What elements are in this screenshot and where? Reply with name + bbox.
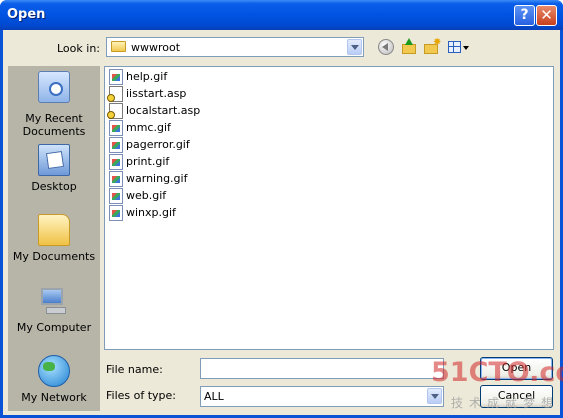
file-name: web.gif [126, 189, 167, 202]
file-list[interactable]: help.gif iisstart.asp localstart.asp mmc… [104, 66, 554, 350]
files-of-type-value: ALL [204, 390, 224, 403]
folder-icon [111, 41, 126, 52]
help-button[interactable]: ? [514, 5, 535, 26]
close-button[interactable]: ✕ [536, 5, 557, 26]
asp-file-icon [107, 103, 123, 119]
gif-file-icon [109, 69, 123, 85]
dialog-title: Open [7, 7, 46, 22]
files-of-type-dropdown[interactable]: ALL [200, 386, 444, 407]
back-icon[interactable] [378, 39, 394, 55]
open-button[interactable]: Open [480, 357, 553, 380]
look-in-label: Look in: [57, 42, 100, 55]
file-name: help.gif [126, 70, 168, 83]
file-name: localstart.asp [126, 104, 201, 117]
files-of-type-label: Files of type: [106, 389, 177, 402]
file-name-label: File name: [106, 363, 163, 376]
file-name-field[interactable] [200, 358, 444, 379]
gif-file-icon [109, 120, 123, 136]
open-dialog: Open ? ✕ Look in: wwwroot ✸ My Recent Do… [0, 0, 563, 418]
recent-documents-icon [38, 71, 70, 103]
my-documents-icon [38, 214, 70, 246]
asp-file-icon [107, 86, 123, 102]
dialog-body: Look in: wwwroot ✸ My Recent Documents D… [3, 30, 563, 415]
file-name: iisstart.asp [126, 87, 187, 100]
gif-file-icon [109, 205, 123, 221]
close-icon: ✕ [540, 6, 553, 24]
place-my-computer[interactable]: My Computer [8, 285, 100, 335]
gif-file-icon [109, 154, 123, 170]
place-label: My Network [21, 391, 87, 404]
look-in-dropdown[interactable]: wwwroot [106, 37, 364, 57]
place-label: Desktop [31, 180, 77, 193]
desktop-icon [38, 144, 70, 176]
place-my-network[interactable]: My Network [8, 355, 100, 405]
place-my-recent-documents[interactable]: My Recent Documents [8, 71, 100, 138]
up-one-level-icon[interactable] [401, 38, 417, 55]
gif-file-icon [109, 188, 123, 204]
place-label: My Documents [12, 250, 96, 263]
look-in-value: wwwroot [131, 41, 181, 54]
place-my-documents[interactable]: My Documents [8, 214, 100, 264]
chevron-down-icon[interactable] [427, 388, 442, 404]
title-bar[interactable]: Open ? ✕ [0, 0, 563, 30]
help-icon: ? [520, 7, 529, 23]
file-name: mmc.gif [126, 121, 171, 134]
view-menu-icon[interactable] [448, 39, 470, 55]
gif-file-icon [109, 137, 123, 153]
places-bar: My Recent Documents Desktop My Documents… [8, 66, 100, 411]
cancel-button[interactable]: Cancel [480, 385, 553, 408]
place-label: My Recent Documents [22, 112, 86, 138]
file-name: warning.gif [126, 172, 188, 185]
file-name: pagerror.gif [126, 138, 190, 151]
file-name: print.gif [126, 155, 170, 168]
my-computer-icon [38, 285, 70, 317]
new-folder-icon[interactable]: ✸ [424, 37, 441, 55]
place-desktop[interactable]: Desktop [8, 144, 100, 194]
file-name: winxp.gif [126, 206, 176, 219]
chevron-down-icon[interactable] [347, 39, 362, 55]
gif-file-icon [109, 171, 123, 187]
my-network-icon [38, 355, 70, 387]
place-label: My Computer [16, 321, 92, 334]
